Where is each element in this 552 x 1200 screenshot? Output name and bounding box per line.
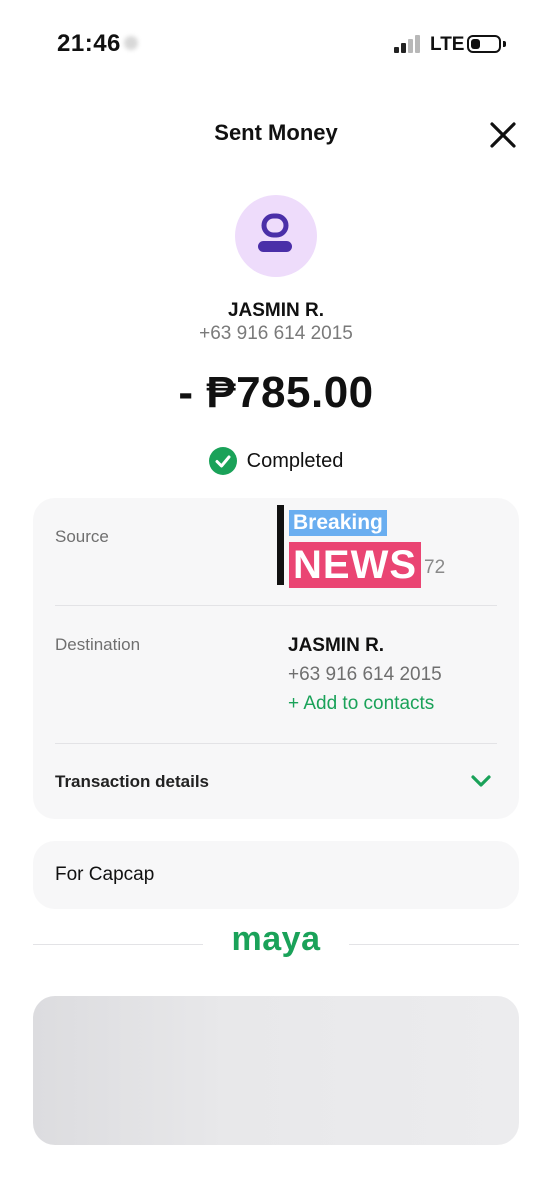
amount: - ₱785.00: [178, 368, 374, 417]
sticker-bar: [277, 505, 284, 585]
check-circle-icon: [208, 447, 237, 475]
transaction-details-label[interactable]: Transaction details: [55, 772, 209, 792]
source-value: 72: [424, 557, 446, 578]
brand-logo: maya: [231, 920, 321, 958]
network-type: LTE: [430, 34, 465, 55]
user-icon: [258, 213, 292, 252]
banner-placeholder[interactable]: [33, 996, 519, 1145]
battery-nub: [503, 41, 506, 47]
close-icon: [490, 122, 516, 148]
breaking-news-sticker: Breaking NEWS 72: [277, 505, 459, 588]
avatar: [235, 195, 317, 277]
destination-name: JASMIN R.: [288, 635, 385, 656]
status-bar: 21:46 LTE: [0, 0, 552, 90]
close-button[interactable]: [484, 116, 522, 154]
destination-label: Destination: [55, 635, 141, 654]
recipient-phone: +63 916 614 2015: [199, 323, 353, 344]
divider: [55, 605, 497, 606]
destination-phone: +63 916 614 2015: [288, 664, 442, 685]
source-label: Source: [55, 527, 109, 546]
sticker-news: NEWS: [289, 542, 421, 588]
chevron-down-icon[interactable]: [470, 774, 492, 788]
signal-icon: [394, 35, 422, 53]
status-time: 21:46: [57, 30, 121, 57]
details-card: Source Breaking NEWS 72 Destination JASM…: [33, 498, 519, 819]
sticker-breaking: Breaking: [289, 510, 387, 536]
status-row: Completed: [0, 445, 552, 477]
note-card: For Capcap: [33, 841, 519, 909]
divider: [55, 743, 497, 744]
add-to-contacts-link[interactable]: + Add to contacts: [288, 693, 434, 715]
note-text: For Capcap: [55, 864, 155, 885]
recipient-name: JASMIN R.: [227, 300, 325, 321]
status-label: Completed: [246, 449, 344, 472]
page-title: Sent Money: [214, 120, 338, 145]
battery-icon: [467, 35, 501, 53]
location-icon: [124, 36, 138, 50]
